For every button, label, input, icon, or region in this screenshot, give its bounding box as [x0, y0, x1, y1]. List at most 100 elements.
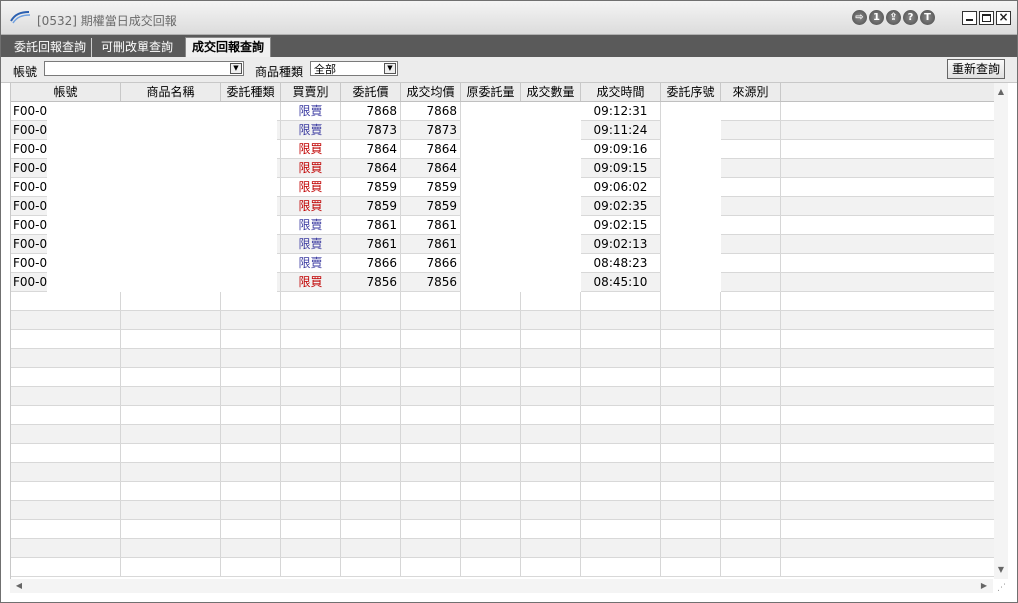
col-side-cell: 限賣: [281, 102, 341, 120]
col-product-name-cell: [121, 292, 221, 310]
col-order-seq-cell: [661, 330, 721, 348]
col-account-cell: [11, 520, 121, 538]
table-row[interactable]: [11, 501, 994, 520]
tab-cancellable-orders[interactable]: 可刪改單查詢: [96, 38, 178, 57]
col-account-header[interactable]: 帳號: [11, 83, 121, 101]
col-order-price-header[interactable]: 委託價: [341, 83, 401, 101]
col-account-cell: [11, 539, 121, 557]
col-side-cell: [281, 425, 341, 443]
scroll-up-icon[interactable]: ▲: [994, 85, 1008, 99]
col-order-price-cell: 7856: [341, 273, 401, 291]
table-row[interactable]: [11, 558, 994, 577]
col-source-cell: [721, 558, 781, 576]
col-avg-price-header[interactable]: 成交均價: [401, 83, 461, 101]
col-order-price-cell: 7859: [341, 178, 401, 196]
col-avg-price-cell: 7864: [401, 159, 461, 177]
col-side-cell: 限買: [281, 159, 341, 177]
col-source-cell: [721, 159, 781, 177]
table-row[interactable]: [11, 444, 994, 463]
col-order-price-cell: [341, 501, 401, 519]
col-product-name-cell: [121, 387, 221, 405]
col-fill-time-cell: 09:12:31: [581, 102, 661, 120]
col-fill-time-cell: [581, 387, 661, 405]
maximize-icon[interactable]: [979, 11, 994, 25]
exit-icon[interactable]: ⇨: [852, 10, 867, 25]
col-fill-qty-cell: [521, 482, 581, 500]
table-row[interactable]: [11, 330, 994, 349]
account-select[interactable]: ▼: [44, 61, 244, 76]
share-icon[interactable]: ⇪: [886, 10, 901, 25]
chevron-down-icon[interactable]: ▼: [384, 63, 396, 74]
horizontal-scrollbar[interactable]: ◀ ▶: [10, 579, 993, 593]
resize-grip-icon[interactable]: ⋰: [997, 583, 1007, 593]
help-icon[interactable]: ?: [903, 10, 918, 25]
tab-order-report[interactable]: 委託回報查詢: [9, 38, 93, 57]
chevron-down-icon[interactable]: ▼: [230, 63, 242, 74]
col-fill-time-cell: [581, 558, 661, 576]
table-row[interactable]: [11, 387, 994, 406]
table-row[interactable]: [11, 406, 994, 425]
col-side-cell: 限賣: [281, 216, 341, 234]
col-orig-qty-cell: [461, 387, 521, 405]
col-source-cell: [721, 273, 781, 291]
minimize-icon[interactable]: [962, 11, 977, 25]
refresh-button[interactable]: 重新查詢: [947, 59, 1005, 79]
col-order-price-cell: [341, 292, 401, 310]
trade-report-grid[interactable]: 帳號 商品名稱 委託種類 買賣別 委託價 成交均價 原委託量 成交數量 成交時間 委託序號 來源別 …: [10, 83, 994, 579]
table-row[interactable]: [11, 482, 994, 501]
window-controls: ×: [962, 11, 1011, 25]
product-type-value: 全部: [314, 63, 336, 76]
product-type-select[interactable]: 全部 ▼: [310, 61, 398, 76]
scroll-left-icon[interactable]: ◀: [12, 579, 26, 593]
col-order-seq-cell: [661, 292, 721, 310]
col-order-type-cell: [221, 330, 281, 348]
table-row[interactable]: [11, 368, 994, 387]
col-fill-time-cell: 09:02:13: [581, 235, 661, 253]
col-account-cell: [11, 330, 121, 348]
scroll-down-icon[interactable]: ▼: [994, 563, 1008, 577]
col-source-header[interactable]: 來源別: [721, 83, 781, 101]
col-order-price-cell: [341, 425, 401, 443]
table-row[interactable]: [11, 292, 994, 311]
col-order-price-cell: [341, 539, 401, 557]
t-icon[interactable]: T: [920, 10, 935, 25]
scroll-right-icon[interactable]: ▶: [977, 579, 991, 593]
col-avg-price-cell: 7856: [401, 273, 461, 291]
col-order-type-cell: [221, 425, 281, 443]
col-product-name-header[interactable]: 商品名稱: [121, 83, 221, 101]
col-side-cell: [281, 501, 341, 519]
col-fill-time-header[interactable]: 成交時間: [581, 83, 661, 101]
col-order-seq-header[interactable]: 委託序號: [661, 83, 721, 101]
col-fill-qty-cell: [521, 368, 581, 386]
close-icon[interactable]: ×: [996, 11, 1011, 25]
col-fill-qty-cell: [521, 387, 581, 405]
account-label: 帳號: [13, 65, 38, 79]
table-row[interactable]: [11, 463, 994, 482]
masked-region: [461, 102, 581, 292]
col-product-name-cell: [121, 482, 221, 500]
col-order-seq-cell: [661, 520, 721, 538]
table-row[interactable]: [11, 539, 994, 558]
col-side-header[interactable]: 買賣別: [281, 83, 341, 101]
vertical-scrollbar[interactable]: ▲ ▼: [994, 83, 1008, 579]
table-row[interactable]: [11, 311, 994, 330]
table-row[interactable]: [11, 520, 994, 539]
col-order-type-cell: [221, 292, 281, 310]
col-side-cell: 限賣: [281, 254, 341, 272]
col-order-type-header[interactable]: 委託種類: [221, 83, 281, 101]
col-product-name-cell: [121, 425, 221, 443]
table-row[interactable]: [11, 425, 994, 444]
table-row[interactable]: [11, 349, 994, 368]
one-icon[interactable]: 1: [869, 10, 884, 25]
col-orig-qty-cell: [461, 425, 521, 443]
col-avg-price-cell: [401, 463, 461, 481]
col-account-cell: [11, 482, 121, 500]
col-fill-qty-header[interactable]: 成交數量: [521, 83, 581, 101]
col-product-name-cell: [121, 501, 221, 519]
tab-trade-report[interactable]: 成交回報查詢: [185, 37, 272, 58]
col-orig-qty-cell: [461, 368, 521, 386]
col-side-cell: 限買: [281, 197, 341, 215]
title-bar[interactable]: [0532] 期權當日成交回報 ⇨ 1 ⇪? T ×: [1, 1, 1017, 35]
col-avg-price-cell: 7868: [401, 102, 461, 120]
col-orig-qty-header[interactable]: 原委託量: [461, 83, 521, 101]
